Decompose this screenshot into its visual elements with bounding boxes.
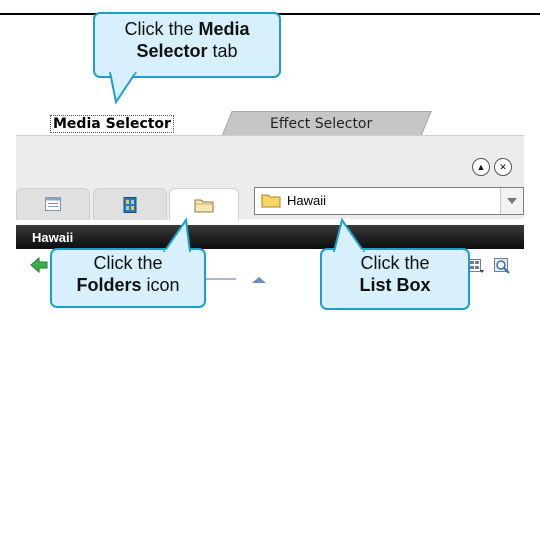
- callout-list-box-tail: [333, 218, 365, 252]
- folder-list-box[interactable]: Hawaii: [254, 187, 524, 215]
- list-box-value: Hawaii: [287, 193, 327, 208]
- callout-list-box: Click the List Box: [320, 248, 470, 310]
- view-options-icon[interactable]: [468, 259, 484, 278]
- callout-folders-tail: [163, 218, 191, 252]
- folder-title-bar: Hawaii: [16, 225, 524, 249]
- back-arrow-icon[interactable]: [30, 256, 48, 278]
- collapse-icon[interactable]: ▲: [472, 158, 490, 176]
- tab-effect-selector[interactable]: Effect Selector: [222, 111, 432, 135]
- tab-media-selector[interactable]: Media Selector: [16, 111, 212, 135]
- scroll-up-icon[interactable]: [252, 277, 266, 283]
- callout-media-selector: Click the Media Selector tab: [93, 12, 281, 78]
- folder-icon: [194, 197, 214, 218]
- film-icon: [122, 197, 138, 218]
- list-view-tab[interactable]: [16, 188, 90, 220]
- tab-strip: Media Selector Effect Selector: [16, 107, 524, 135]
- folder-title: Hawaii: [32, 230, 74, 245]
- film-tab[interactable]: [93, 188, 167, 220]
- zoom-icon[interactable]: [494, 258, 510, 279]
- folders-tab[interactable]: [169, 188, 239, 220]
- callout-folders: Click the Folders icon: [50, 248, 206, 308]
- tab-effect-selector-label: Effect Selector: [270, 116, 373, 132]
- tab-media-selector-label: Media Selector: [50, 115, 174, 133]
- toolbar-strip: ▲ ✕: [16, 135, 524, 186]
- list-view-icon: [45, 197, 61, 216]
- folder-icon: [261, 192, 281, 213]
- dropdown-arrow-icon[interactable]: [500, 188, 523, 214]
- close-icon[interactable]: ✕: [494, 158, 512, 176]
- callout-media-tail: [109, 72, 137, 105]
